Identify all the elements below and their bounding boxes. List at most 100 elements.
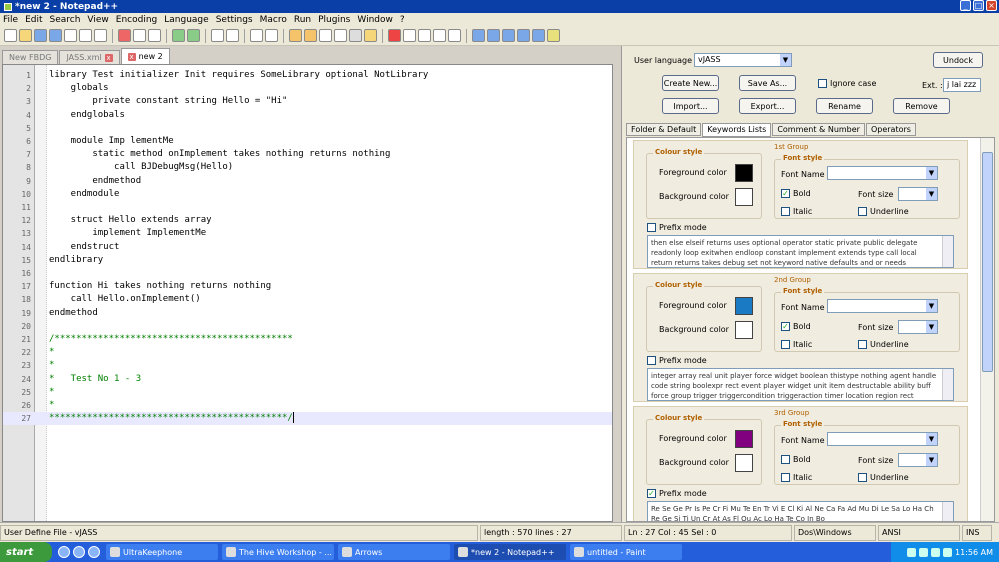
undock-button[interactable]: Undock [933,52,983,68]
plugin-c-icon[interactable] [502,29,515,42]
taskbar-item[interactable]: untitled - Paint [570,544,682,560]
code-line[interactable]: 1 library Test initializer Init requires … [3,69,612,82]
show-all-chars-icon[interactable] [334,29,347,42]
menu-macro[interactable]: Macro [260,15,287,25]
font-name-select[interactable]: ▼ [827,432,938,446]
keywords-textarea[interactable]: then else elseif returns uses optional o… [647,235,954,268]
find-icon[interactable] [211,29,224,42]
plugin-b-icon[interactable] [487,29,500,42]
underline-checkbox[interactable]: Underline [858,340,909,349]
code-line[interactable]: 14 endstruct [3,241,612,254]
create-new-button[interactable]: Create New... [662,75,719,91]
indent-guide-icon[interactable] [349,29,362,42]
foreground-color-swatch[interactable] [735,430,753,448]
taskbar-item[interactable]: UltraKeephone [106,544,218,560]
textarea-scrollbar[interactable] [942,502,953,521]
prefix-mode-checkbox[interactable]: Prefix mode [647,356,707,365]
code-line[interactable]: 6 module Imp lementMe [3,135,612,148]
close-button[interactable]: × [986,0,997,11]
taskbar-item[interactable]: Arrows [338,544,450,560]
copy-icon[interactable] [133,29,146,42]
code-line[interactable]: 18 call Hello.onImplement() [3,293,612,306]
code-line[interactable]: 17 function Hi takes nothing returns noth… [3,280,612,293]
textarea-scrollbar[interactable] [942,236,953,267]
keywords-textarea[interactable]: Re Se Ge Pr Is Pe Cr Fi Mu Te En Tr Vi E… [647,501,954,521]
user-language-select[interactable]: vJASS ▼ [694,53,792,67]
ie-icon[interactable] [58,546,70,558]
maximize-button[interactable]: □ [973,0,984,11]
code-line[interactable]: 25 * [3,386,612,399]
security-icon[interactable] [943,547,953,557]
print-icon[interactable] [94,29,107,42]
save-macro-icon[interactable] [448,29,461,42]
italic-checkbox[interactable]: Italic [781,207,812,216]
italic-checkbox[interactable]: Italic [781,340,812,349]
code-line[interactable]: 8 call BJDebugMsg(Hello) [3,161,612,174]
vertical-scrollbar[interactable] [980,138,994,521]
code-line[interactable]: 27 **************************************… [3,412,612,426]
menu-plugins[interactable]: Plugins [318,15,350,25]
replace-icon[interactable] [226,29,239,42]
sync-vertical-icon[interactable] [289,29,302,42]
menu-view[interactable]: View [87,15,108,25]
stop-macro-icon[interactable] [403,29,416,42]
tab-close-icon[interactable]: x [127,52,136,61]
font-size-select[interactable]: ▼ [898,187,938,201]
tab-folder-default[interactable]: Folder & Default [626,123,702,136]
taskbar-item[interactable]: The Hive Workshop - ... [222,544,334,560]
menu-file[interactable]: File [3,15,18,25]
code-line[interactable]: 2 globals [3,82,612,95]
code-editor[interactable]: 1 library Test initializer Init requires … [2,64,613,522]
italic-checkbox[interactable]: Italic [781,473,812,482]
code-line[interactable]: 21 /*************************************… [3,333,612,346]
bold-checkbox[interactable]: ✓ Bold [781,322,811,331]
underline-checkbox[interactable]: Underline [858,207,909,216]
open-file-icon[interactable] [19,29,32,42]
foreground-color-swatch[interactable] [735,164,753,182]
undo-icon[interactable] [172,29,185,42]
minimize-button[interactable]: _ [960,0,971,11]
foreground-color-swatch[interactable] [735,297,753,315]
help-icon[interactable] [907,547,917,557]
textarea-scrollbar[interactable] [942,369,953,400]
code-line[interactable]: 23 * [3,359,612,372]
ext-input[interactable]: j lai zzz [943,78,981,92]
show-desktop-icon[interactable] [88,546,100,558]
paste-icon[interactable] [148,29,161,42]
code-line[interactable]: 20 [3,320,612,333]
close-file-icon[interactable] [64,29,77,42]
plugin-a-icon[interactable] [472,29,485,42]
code-line[interactable]: 22 * [3,346,612,359]
tab-comment-number[interactable]: Comment & Number [772,123,865,136]
save-all-icon[interactable] [49,29,62,42]
prefix-mode-checkbox[interactable]: ✓ Prefix mode [647,489,707,498]
font-name-select[interactable]: ▼ [827,299,938,313]
save-as-button[interactable]: Save As... [739,75,796,91]
code-line[interactable]: 19 endmethod [3,307,612,320]
sync-horizontal-icon[interactable] [304,29,317,42]
plugin-e-icon[interactable] [532,29,545,42]
code-line[interactable]: 24 * Test No 1 - 3 [3,373,612,386]
code-line[interactable]: 4 endglobals [3,109,612,122]
menu-help[interactable]: ? [400,15,405,25]
volume-icon[interactable] [931,547,941,557]
background-color-swatch[interactable] [735,321,753,339]
keywords-textarea[interactable]: integer array real unit player force wid… [647,368,954,401]
font-size-select[interactable]: ▼ [898,453,938,467]
run-macro-multiple-icon[interactable] [433,29,446,42]
code-line[interactable]: 16 [3,267,612,280]
menu-settings[interactable]: Settings [216,15,253,25]
zoom-out-icon[interactable] [265,29,278,42]
plugin-d-icon[interactable] [517,29,530,42]
redo-icon[interactable] [187,29,200,42]
taskbar-item[interactable]: *new 2 - Notepad++ [454,544,566,560]
menu-language[interactable]: Language [164,15,208,25]
record-macro-icon[interactable] [388,29,401,42]
tab-jass-xml[interactable]: JASS.xml x [59,50,120,64]
word-wrap-icon[interactable] [319,29,332,42]
code-line[interactable]: 11 [3,201,612,214]
bold-checkbox[interactable]: Bold [781,455,811,464]
code-line[interactable]: 5 [3,122,612,135]
remove-button[interactable]: Remove [893,98,950,114]
tab-operators[interactable]: Operators [865,123,916,136]
